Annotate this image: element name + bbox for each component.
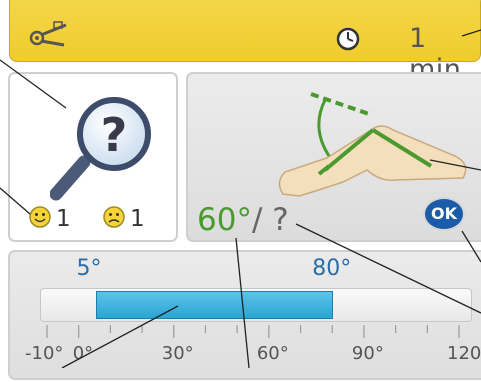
scale-tick-label: 30° xyxy=(161,343,194,364)
goniometer-icon[interactable] xyxy=(28,21,70,55)
rating-happy: 1 xyxy=(29,206,71,232)
scale-tick-label: 0° xyxy=(72,343,94,364)
target-angle: / ? xyxy=(251,202,289,238)
scale-tick-label: -10° xyxy=(25,343,64,364)
rating-sad: 1 xyxy=(103,206,145,232)
clock-icon xyxy=(336,27,360,55)
scale-tick-label: 90° xyxy=(351,343,384,364)
scale-tick-label: 120° xyxy=(447,343,481,364)
range-panel: 5° 80° -10°0°30°60°90°120° xyxy=(8,250,481,380)
sad-face-icon xyxy=(103,206,125,232)
angle-readout: 60°/ ? xyxy=(197,202,289,238)
happy-face-icon xyxy=(29,206,51,232)
measured-angle: 60° xyxy=(197,202,252,238)
happy-count: 1 xyxy=(56,206,71,232)
scale-tick-label: 60° xyxy=(256,343,289,364)
knee-flexion-leg-icon xyxy=(263,86,473,205)
sad-count: 1 xyxy=(130,206,145,232)
help-panel[interactable]: ? 1 1 xyxy=(8,72,178,242)
magnifier-question-icon[interactable]: ? xyxy=(49,94,162,208)
leg-panel: 60°/ ? OK xyxy=(186,72,481,242)
svg-text:?: ? xyxy=(101,108,128,162)
ok-button[interactable]: OK xyxy=(425,199,463,229)
header-bar: 1 min xyxy=(9,0,481,85)
